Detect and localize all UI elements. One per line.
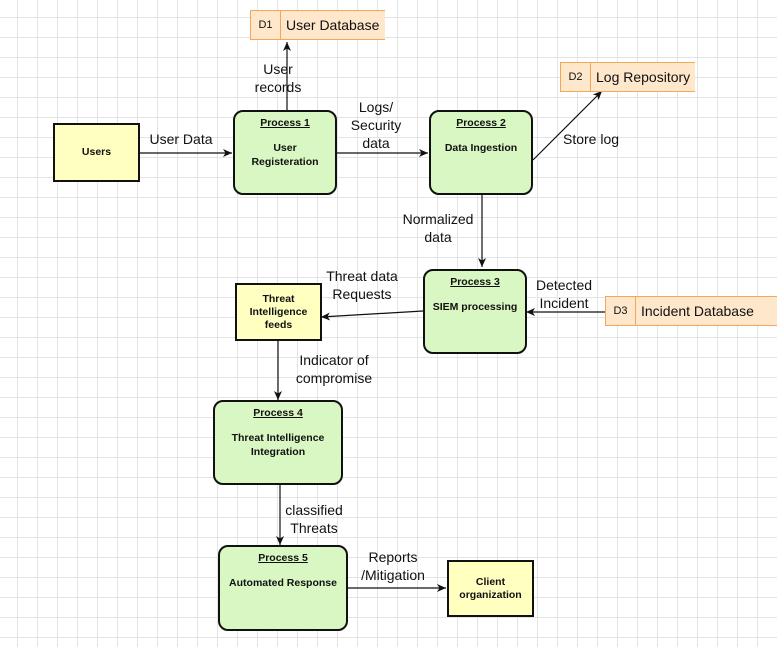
process-name: Data Ingestion	[444, 142, 518, 154]
entity-label: Users	[81, 146, 112, 158]
process-name: SIEM processing	[432, 301, 518, 313]
flow-label-normalized-data: Normalized data	[402, 211, 474, 245]
flow-label-indicator-of-compromise: Indicator of compromise	[295, 352, 373, 386]
flow-label-classified-threats: classified Threats	[285, 502, 343, 536]
process-3-siem-processing[interactable]: Process 3 SIEM processing	[423, 269, 527, 354]
entity-threat-intelligence-feeds[interactable]: Threat Intelligence feeds	[235, 283, 322, 341]
process-title: Process 3	[450, 276, 500, 288]
data-store-user-database[interactable]: D1 User Database	[250, 10, 385, 40]
process-1-user-registration[interactable]: Process 1 User Registeration	[233, 110, 337, 195]
flow-label-user-records: User records	[254, 61, 302, 95]
arrow-p3-to-feeds	[320, 310, 424, 321]
flow-label-reports-mitigation: Reports /Mitigation	[361, 549, 425, 583]
data-store-incident-database[interactable]: D3 Incident Database	[605, 296, 777, 326]
process-title: Process 5	[258, 552, 308, 564]
process-2-data-ingestion[interactable]: Process 2 Data Ingestion	[429, 110, 533, 195]
process-5-automated-response[interactable]: Process 5 Automated Response	[218, 545, 348, 631]
store-id: D3	[606, 297, 636, 325]
entity-client-organization[interactable]: Client organization	[447, 560, 534, 617]
store-name: User Database	[286, 17, 380, 33]
process-title: Process 2	[456, 117, 506, 129]
store-id: D1	[251, 11, 281, 39]
store-name: Log Repository	[596, 69, 691, 85]
process-4-threat-intelligence-integration[interactable]: Process 4 Threat Intelligence Integratio…	[213, 400, 343, 485]
flow-label-user-data: User Data	[149, 131, 213, 147]
process-name: User Registeration	[251, 142, 319, 168]
process-name: Automated Response	[229, 577, 337, 589]
store-name: Incident Database	[641, 303, 754, 319]
dfd-canvas: D1 User Database D2 Log Repository D3 In…	[0, 0, 777, 647]
flow-label-store-log: Store log	[562, 131, 620, 147]
flow-label-logs-security-data: Logs/ Security data	[350, 99, 402, 151]
entity-users[interactable]: Users	[53, 123, 140, 182]
process-title: Process 1	[260, 117, 310, 129]
flow-label-detected-incident: Detected Incident	[535, 277, 593, 311]
process-title: Process 4	[253, 407, 303, 419]
process-name: Threat Intelligence Integration	[231, 432, 325, 458]
store-id: D2	[561, 63, 591, 91]
entity-label: Threat Intelligence feeds	[249, 292, 308, 331]
data-store-log-repository[interactable]: D2 Log Repository	[560, 62, 695, 92]
entity-label: Client organization	[459, 575, 522, 601]
flow-label-threat-data-requests: Threat data Requests	[326, 268, 398, 302]
arrow-p2-to-d2	[532, 90, 603, 161]
